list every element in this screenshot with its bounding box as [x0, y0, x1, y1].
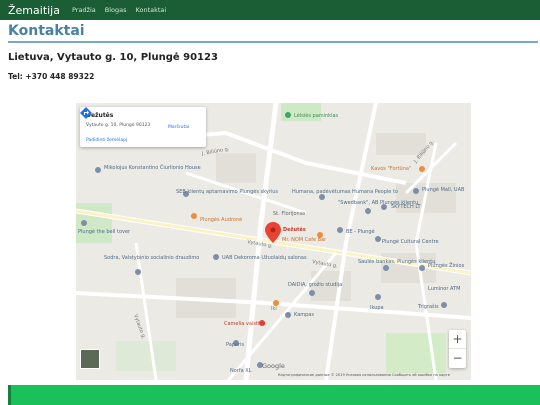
poi-label: Kavos "Fortūna" — [371, 166, 411, 172]
poi-label: Mikolojus Konstantino Čiurlionio House — [104, 164, 201, 171]
poi-label: SKYTECH LT — [391, 204, 421, 210]
poi-label: Camelia vaistinė — [224, 321, 266, 327]
building-block — [216, 153, 256, 183]
poi-marker[interactable] — [191, 213, 197, 219]
poi-marker[interactable] — [285, 312, 291, 318]
poi-marker[interactable] — [213, 254, 219, 260]
poi-marker[interactable] — [441, 302, 447, 308]
road — [226, 252, 338, 380]
zoom-out-button[interactable]: − — [449, 349, 466, 367]
phone-text: Tel: +370 448 89322 — [8, 72, 95, 81]
poi-label: Kampas — [294, 312, 314, 318]
poi-marker[interactable] — [383, 265, 389, 271]
poi-marker[interactable] — [381, 204, 387, 210]
title-divider — [8, 41, 538, 43]
success-banner — [8, 385, 540, 405]
map-embed[interactable]: J. Biliūno g. Vytauto g. Vytauto g. Vyta… — [76, 103, 471, 380]
poi-label: Paparis — [226, 342, 245, 348]
poi-marker[interactable] — [309, 290, 315, 296]
poi-marker[interactable] — [413, 188, 419, 194]
brand-link[interactable]: Žemaitija — [8, 4, 60, 17]
page-title: Kontaktai — [8, 23, 85, 39]
poi-label: Saulės bankas, Plungės klientų — [358, 259, 436, 265]
street-label: Vytauto g. — [132, 314, 147, 341]
poi-label: Plungės Audronė — [200, 217, 242, 223]
poi-marker[interactable] — [375, 236, 381, 242]
poi-label: BE - Plungė — [346, 229, 375, 235]
poi-label: Iki — [271, 306, 277, 312]
place-address: Vytauto g. 10, Plungė 90123 — [86, 123, 151, 128]
poi-label: Sodra, Valstybinio socialinio draudimo — [104, 255, 199, 261]
poi-label: SEB klientų aptarnavimo Plungės skyrius — [176, 189, 278, 195]
larger-map-link[interactable]: Padidinti žemėlapį — [86, 138, 127, 143]
map-attribution[interactable]: Картографические данные © 2019 Условия и… — [278, 373, 450, 377]
directions-icon[interactable] — [80, 107, 92, 119]
poi-label: Mr. NOM Cafe Bar — [282, 237, 327, 243]
map-type-thumbnail[interactable] — [80, 349, 100, 369]
nav-link-blog[interactable]: Blogas — [105, 6, 127, 14]
place-info-card: Dežutės Vytauto g. 10, Plungė 90123 Padi… — [80, 107, 206, 147]
poi-label: DAIDIA, grožio studija — [288, 281, 342, 288]
poi-label: Plungė the bell tover — [78, 229, 131, 235]
poi-label: Ikupa — [370, 305, 384, 311]
poi-marker[interactable] — [419, 166, 425, 172]
park-area — [116, 341, 176, 371]
poi-label: Trigrašis — [417, 303, 439, 310]
poi-marker[interactable] — [375, 294, 381, 300]
zoom-in-button[interactable]: + — [449, 330, 466, 349]
poi-label: UAB Dekoroma Užuolaidų salonas — [222, 254, 307, 261]
poi-label: Norfa XL — [230, 368, 252, 374]
poi-label: Lėlsiės paminklas — [294, 113, 339, 119]
poi-marker[interactable] — [337, 227, 343, 233]
marker-label: Dežutės — [283, 226, 306, 233]
poi-marker[interactable] — [285, 112, 291, 118]
park-area — [386, 333, 446, 373]
poi-label: Plungė Mall, UAB — [422, 187, 465, 193]
poi-label: Luminor ATM — [428, 286, 460, 292]
address-text: Lietuva, Vytauto g. 10, Plungė 90123 — [8, 52, 218, 63]
poi-marker[interactable] — [135, 269, 141, 275]
poi-marker[interactable] — [81, 220, 87, 226]
nav-link-contacts[interactable]: Kontaktai — [136, 6, 167, 14]
directions-link[interactable]: Maršrutai — [168, 125, 189, 130]
poi-label: Humana, padėvėtumas Humana People to — [292, 189, 398, 195]
google-logo: Google — [262, 362, 285, 370]
navbar: Žemaitija Pradžia Blogas Kontaktai — [0, 0, 540, 20]
poi-marker[interactable] — [419, 265, 425, 271]
poi-marker[interactable] — [365, 208, 371, 214]
nav-link-home[interactable]: Pradžia — [72, 6, 96, 14]
zoom-control: + − — [449, 330, 466, 368]
poi-label: St. Florijonas — [273, 211, 306, 217]
poi-marker[interactable] — [95, 167, 101, 173]
poi-label: Plungės Žinios — [428, 261, 465, 269]
building-block — [376, 133, 426, 155]
road — [324, 103, 378, 380]
poi-label: Plungė Cultural Centre — [382, 239, 439, 245]
location-pin-dot — [270, 227, 276, 233]
